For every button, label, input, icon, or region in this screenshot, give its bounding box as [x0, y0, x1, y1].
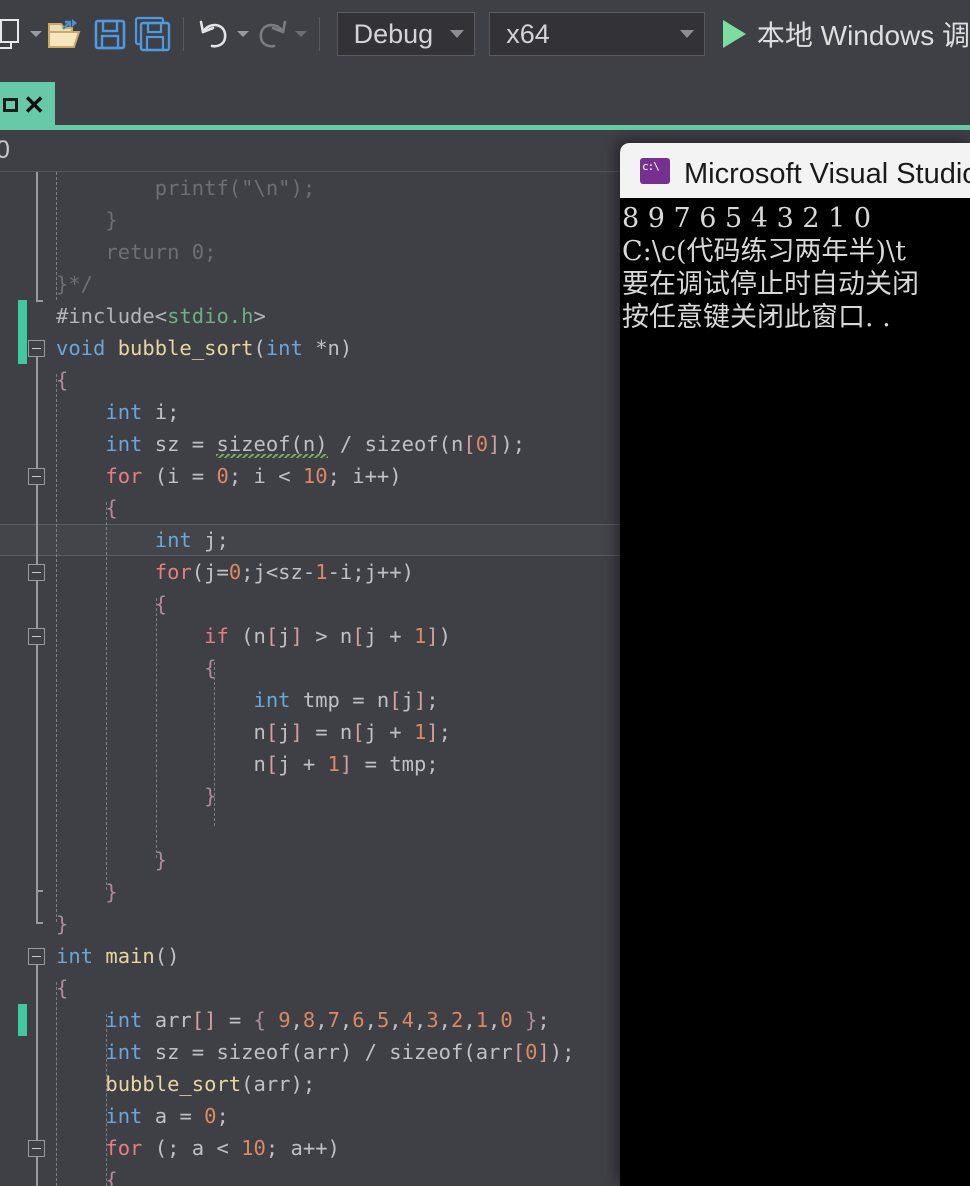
code-line[interactable]: for (; a < 10; a++) — [0, 1132, 620, 1164]
code-line[interactable]: } — [0, 908, 620, 940]
code-line[interactable]: { — [0, 1164, 620, 1186]
open-file-icon[interactable] — [45, 0, 88, 68]
code-line[interactable]: void bubble_sort(int *n) — [0, 332, 620, 364]
standard-toolbar: Debug x64 本地 Windows 调 — [0, 0, 970, 68]
collapse-box-bubble-sort[interactable] — [28, 340, 45, 357]
code-line[interactable]: } — [0, 780, 620, 812]
code-line[interactable]: { — [0, 652, 620, 684]
toolbar-separator-2 — [318, 17, 320, 51]
play-icon — [722, 20, 746, 48]
document-tab-strip: ✕ — [0, 82, 970, 130]
close-icon[interactable]: ✕ — [23, 92, 45, 118]
collapse-box-for-j[interactable] — [28, 564, 45, 581]
editor-navigation-bar: 0 — [0, 130, 620, 172]
code-line[interactable]: for (i = 0; i < 10; i++) — [0, 460, 620, 492]
collapse-box-for-i[interactable] — [28, 468, 45, 485]
collapse-box-for-a[interactable] — [28, 1140, 45, 1157]
active-document-tab[interactable]: ✕ — [0, 82, 55, 128]
redo-dropdown-caret — [293, 0, 310, 68]
change-bar-indicator-2 — [18, 1004, 27, 1036]
code-line[interactable]: return 0; — [0, 236, 620, 268]
console-output-line: 8 9 7 6 5 4 3 2 1 0 — [622, 203, 872, 234]
new-item-dropdown-caret[interactable] — [28, 0, 45, 68]
code-line[interactable]: int a = 0; — [0, 1100, 620, 1132]
toolbar-separator — [183, 17, 185, 51]
code-line[interactable]: int main() — [0, 940, 620, 972]
undo-icon[interactable] — [193, 0, 234, 68]
code-line[interactable]: int sz = sizeof(n) / sizeof(n[0]); — [0, 428, 620, 460]
code-line[interactable]: if (n[j] > n[j + 1]) — [0, 620, 620, 652]
code-line[interactable]: int i; — [0, 396, 620, 428]
indent-guide-5 — [214, 662, 215, 826]
code-line[interactable]: { — [0, 364, 620, 396]
chevron-down-icon — [30, 31, 43, 37]
navigation-bar-text: 0 — [0, 136, 10, 164]
console-output-line: 要在调试停止时自动关闭 — [622, 269, 919, 300]
collapse-box-if[interactable] — [28, 628, 45, 645]
code-line[interactable]: { — [0, 588, 620, 620]
redo-icon — [251, 0, 292, 68]
pin-icon[interactable] — [3, 98, 19, 112]
change-bar-indicator-1 — [18, 300, 27, 364]
code-line[interactable]: } — [0, 204, 620, 236]
code-line[interactable]: n[j + 1] = tmp; — [0, 748, 620, 780]
chevron-down-icon — [450, 30, 465, 38]
indent-guide-1 — [56, 172, 57, 300]
indent-guide-3 — [106, 502, 107, 890]
console-output-line: C:\c(代码练习两年半)\t — [622, 236, 906, 267]
code-line[interactable]: { — [0, 492, 620, 524]
code-line[interactable]: }*/ — [0, 268, 620, 300]
indent-guide-4 — [156, 598, 157, 858]
indent-guide-7 — [106, 1014, 107, 1186]
start-debugging-label: 本地 Windows 调 — [756, 20, 970, 51]
code-line[interactable]: } — [0, 876, 620, 908]
debug-console-window[interactable]: c:\ Microsoft Visual Studio 调 8 9 7 6 5 … — [620, 143, 970, 1186]
outline-end-tick-bubble-sort — [36, 922, 43, 924]
code-line[interactable]: int sz = sizeof(arr) / sizeof(arr[0]); — [0, 1036, 620, 1068]
solution-platform-combo[interactable]: x64 — [489, 12, 705, 56]
outline-line-for-i — [36, 485, 38, 890]
chevron-down-icon — [237, 31, 250, 37]
undo-dropdown-caret[interactable] — [235, 0, 252, 68]
code-line[interactable] — [0, 812, 620, 844]
code-line[interactable]: #include<stdio.h> — [0, 300, 620, 332]
new-item-icon[interactable] — [0, 0, 28, 68]
chevron-down-icon — [679, 30, 694, 38]
code-line[interactable]: { — [0, 972, 620, 1004]
code-line[interactable]: n[j] = n[j + 1]; — [0, 716, 620, 748]
save-icon[interactable] — [88, 0, 131, 68]
code-line[interactable]: bubble_sort(arr); — [0, 1068, 620, 1100]
console-title-bar[interactable]: c:\ Microsoft Visual Studio 调 — [620, 143, 970, 198]
indent-guide-6 — [56, 982, 57, 1186]
code-line[interactable]: int j; — [0, 524, 620, 556]
code-line[interactable]: printf("\n"); — [0, 172, 620, 204]
visual-studio-window: Debug x64 本地 Windows 调 ✕ 0 printf("\n");… — [0, 0, 970, 1186]
outline-end-tick-comment — [36, 300, 43, 302]
collapse-box-main[interactable] — [28, 948, 45, 965]
solution-configuration-combo[interactable]: Debug — [336, 12, 476, 56]
chevron-down-icon — [295, 31, 308, 37]
console-output: 8 9 7 6 5 4 3 2 1 0 C:\c(代码练习两年半)\t 要在调试停止… — [620, 198, 970, 334]
console-output-line: 按任意键关闭此窗口. . — [622, 302, 891, 333]
outline-end-tick-for-i — [36, 890, 43, 892]
indent-guide-2 — [56, 374, 57, 922]
outline-line-comment — [36, 172, 38, 300]
code-line[interactable]: int tmp = n[j]; — [0, 684, 620, 716]
console-app-icon: c:\ — [640, 157, 670, 184]
solution-configuration-value: Debug — [353, 18, 434, 49]
code-line[interactable]: } — [0, 844, 620, 876]
code-editor[interactable]: printf("\n"); } return 0;}*/#include<std… — [0, 172, 620, 1186]
solution-platform-value: x64 — [506, 18, 550, 49]
code-line[interactable]: int arr[] = { 9,8,7,6,5,4,3,2,1,0 }; — [0, 1004, 620, 1036]
start-debugging-button[interactable]: 本地 Windows 调 — [705, 14, 970, 54]
code-lines-container[interactable]: printf("\n"); } return 0;}*/#include<std… — [0, 172, 620, 1186]
code-line[interactable]: for(j=0;j<sz-1-i;j++) — [0, 556, 620, 588]
save-all-icon[interactable] — [131, 0, 174, 68]
console-window-title: Microsoft Visual Studio 调 — [684, 157, 970, 190]
